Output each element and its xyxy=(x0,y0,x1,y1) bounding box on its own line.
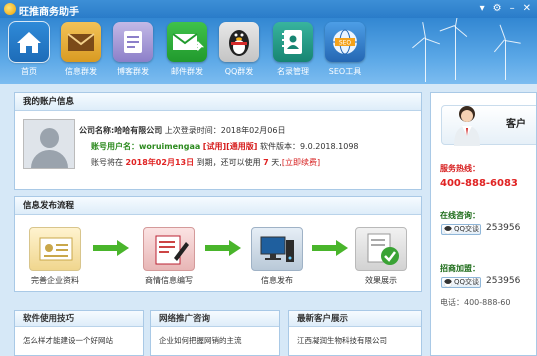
mail-send-icon xyxy=(167,22,207,62)
toolbar-seo-tools-button[interactable]: SEO SEO工具 xyxy=(322,22,368,82)
customers-heading: 最新客户展示 xyxy=(289,311,421,327)
workflow-arrow-icon xyxy=(312,240,348,256)
account-info-panel: 我的账户信息 公司名称:哈哈有限公司 上次登录时间：2018年02月06日 账号… xyxy=(14,92,422,190)
app-title: 旺推商务助手 xyxy=(19,7,79,18)
qq-penguin-icon xyxy=(219,22,259,62)
toolbar-directory-label: 名录管理 xyxy=(277,67,309,76)
toolbar-seo-tools-label: SEO工具 xyxy=(328,67,362,76)
support-heading: 客户 xyxy=(506,119,526,130)
window-controls: ▾ ⚙ – ✕ xyxy=(480,3,531,14)
envelope-icon xyxy=(61,22,101,62)
username-line: 账号用户名：woruimengaa [试用][通用版] 软件版本：9.0.201… xyxy=(91,141,359,152)
toolbar-email-broadcast-label: 邮件群发 xyxy=(171,67,203,76)
id-card-icon xyxy=(29,227,81,271)
workflow-step-label: 完善企业资料 xyxy=(31,276,79,285)
days-left: 7 xyxy=(263,158,269,167)
customers-panel: 最新客户展示 江西凝润生物科技有限公司 xyxy=(288,310,422,356)
expiry-line: 账号将在 2018年02月13日 到期，还可以使用 7 天,[立即续费] xyxy=(91,157,320,168)
consult-label: 在线咨询： xyxy=(440,211,480,220)
title-bar: 旺推商务助手 ▾ ⚙ – ✕ xyxy=(0,0,537,18)
workflow-heading: 信息发布流程 xyxy=(15,197,421,215)
consult-qq-number: 253956 xyxy=(486,223,521,233)
toolbar-blog-broadcast-label: 博客群发 xyxy=(117,67,149,76)
tips-panel: 软件使用技巧 怎么样才能建设一个好网站 xyxy=(14,310,144,356)
toolbar-info-broadcast-button[interactable]: 信息群发 xyxy=(58,22,104,82)
expiry-date: 2018年02月13日 xyxy=(125,158,195,167)
home-icon xyxy=(8,21,50,63)
qq-chat-button[interactable]: QQ交谈 xyxy=(441,277,481,288)
main-content: 我的账户信息 公司名称:哈哈有限公司 上次登录时间：2018年02月06日 账号… xyxy=(0,84,537,356)
hotline-label: 服务热线： xyxy=(440,164,480,173)
user-avatar xyxy=(23,119,75,169)
company-label: 公司名称: xyxy=(79,126,115,135)
expiry-mid: 到期，还可以使用 xyxy=(196,158,261,167)
workflow-step-publish[interactable]: 信息发布 xyxy=(247,227,307,286)
workflow-step-label: 信息发布 xyxy=(261,276,293,285)
close-button[interactable]: ✕ xyxy=(523,3,531,14)
support-banner: 客户 xyxy=(441,105,536,146)
svg-text:SEO: SEO xyxy=(339,40,352,47)
version-label: 软件版本： xyxy=(259,142,300,151)
renew-link[interactable]: [立即续费] xyxy=(282,158,320,167)
last-login-label: 上次登录时间： xyxy=(164,126,221,135)
company-name: 哈哈有限公司 xyxy=(114,126,163,135)
join-qq-number: 253956 xyxy=(486,276,521,286)
workflow-step-label: 效果展示 xyxy=(365,276,397,285)
toolbar-home-button[interactable]: 首页 xyxy=(6,21,52,82)
support-agent-icon xyxy=(454,106,480,146)
toolbar-email-broadcast-button[interactable]: 邮件群发 xyxy=(164,22,210,82)
username-label: 账号用户名： xyxy=(91,142,139,151)
workflow-step-label: 商情信息编写 xyxy=(145,276,193,285)
support-sidebar: 客户 服务热线： 400-888-6083 在线咨询： QQ交谈 253956 … xyxy=(430,92,537,356)
promo-heading: 网络推广咨询 xyxy=(151,311,279,327)
toolbar-directory-button[interactable]: 名录管理 xyxy=(270,22,316,82)
promo-item[interactable]: 企业如何把握网销的主流 xyxy=(151,327,279,354)
phone-line: 电话：400-888-60 xyxy=(440,298,511,307)
customers-item[interactable]: 江西凝润生物科技有限公司 xyxy=(289,327,421,354)
settings-gear-icon[interactable]: ⚙ xyxy=(493,3,502,14)
version-value: 9.0.2018.1098 xyxy=(299,142,359,151)
qq-chat-button[interactable]: QQ交谈 xyxy=(441,224,481,235)
username-value: woruimengaa xyxy=(139,142,201,151)
company-line: 公司名称:哈哈有限公司 上次登录时间：2018年02月06日 xyxy=(79,125,285,136)
blog-icon xyxy=(113,22,153,62)
join-label: 招商加盟： xyxy=(440,264,480,273)
edition-tag: [通用版] xyxy=(226,142,258,151)
app-logo-icon xyxy=(4,3,16,15)
workflow-step-write-info[interactable]: 商情信息编写 xyxy=(139,227,199,286)
workflow-arrow-icon xyxy=(205,240,241,256)
seo-globe-icon: SEO xyxy=(325,22,365,62)
workflow-step-results[interactable]: 效果展示 xyxy=(351,227,411,286)
hotline-number: 400-888-6083 xyxy=(440,178,518,189)
toolbar-info-broadcast-label: 信息群发 xyxy=(65,67,97,76)
qq-penguin-icon xyxy=(444,279,452,287)
days-unit: 天, xyxy=(271,158,282,167)
expiry-prefix: 账号将在 xyxy=(91,158,123,167)
workflow-panel: 信息发布流程 完善企业资料 商情信息编写 信息发布 效果展示 xyxy=(14,196,422,292)
tips-item[interactable]: 怎么样才能建设一个好网站 xyxy=(15,327,143,354)
last-login-value: 2018年02月06日 xyxy=(220,126,286,135)
account-info-heading: 我的账户信息 xyxy=(15,93,421,111)
pen-paper-icon xyxy=(143,227,195,271)
toolbar-qq-broadcast-label: QQ群发 xyxy=(224,67,254,76)
checkmark-document-icon xyxy=(355,227,407,271)
minimize-button[interactable]: – xyxy=(510,3,515,14)
workflow-arrow-icon xyxy=(93,240,129,256)
qq-chat-label: QQ交谈 xyxy=(454,278,480,286)
main-toolbar: 首页 信息群发 博客群发 邮件群发 QQ群发 名录管理 SEO SEO工具 xyxy=(0,18,537,84)
menu-dropdown-icon[interactable]: ▾ xyxy=(480,3,485,14)
qq-chat-label: QQ交谈 xyxy=(454,225,480,233)
toolbar-qq-broadcast-button[interactable]: QQ群发 xyxy=(216,22,262,82)
trial-tag: [试用] xyxy=(202,142,227,151)
toolbar-blog-broadcast-button[interactable]: 博客群发 xyxy=(110,22,156,82)
toolbar-home-label: 首页 xyxy=(21,67,37,76)
computer-network-icon xyxy=(251,227,303,271)
tips-heading: 软件使用技巧 xyxy=(15,311,143,327)
contacts-book-icon xyxy=(273,22,313,62)
workflow-step-company-profile[interactable]: 完善企业资料 xyxy=(25,227,85,286)
promo-panel: 网络推广咨询 企业如何把握网销的主流 xyxy=(150,310,280,356)
qq-penguin-icon xyxy=(444,226,452,234)
